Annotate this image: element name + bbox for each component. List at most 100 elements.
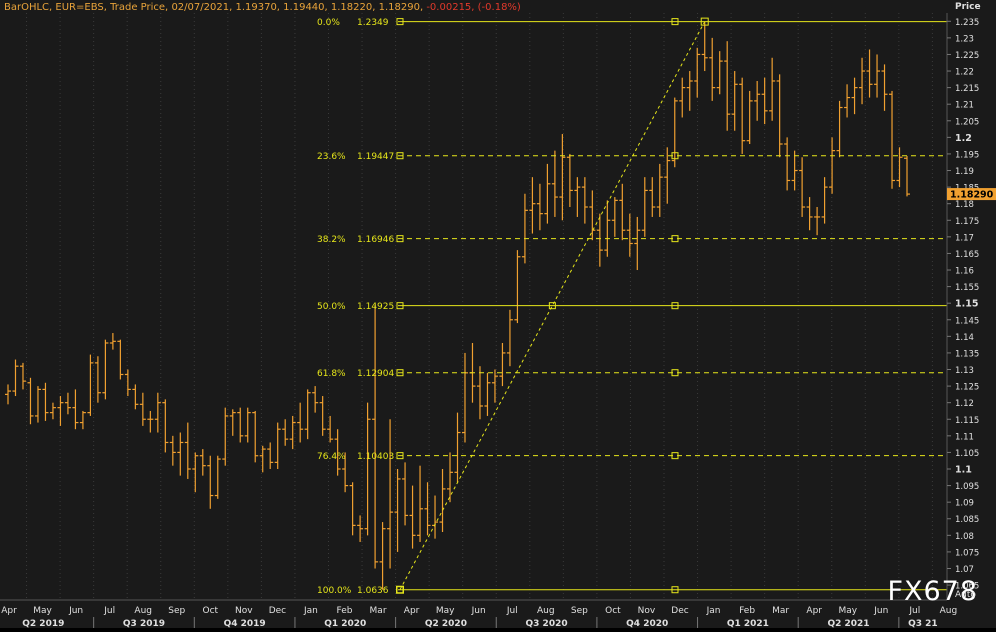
x-quarter-label: Q1 2021 [727, 619, 769, 628]
y-tick-label: 1.085 [955, 515, 979, 525]
y-tick-label: 1.12 [955, 399, 974, 409]
header-date: 02/07/2021, [171, 2, 233, 13]
x-quarter-label: Q4 2020 [626, 619, 668, 628]
header-security: EUR=EBS, [55, 2, 107, 13]
x-month-label: Nov [638, 606, 656, 616]
header-change-pct: (-0.18%) [477, 2, 521, 13]
x-month-label: Jul [506, 606, 518, 616]
ohlc-chart-svg: 0.0% 1.2349 23.6% 1.19447 38.2% 1.16946 50.0% 1… [0, 0, 996, 629]
x-quarter-label: Q3 21 [908, 619, 938, 628]
chart: 0.0% 1.2349 23.6% 1.19447 38.2% 1.16946 50.0% 1… [0, 0, 996, 629]
header-open: 1.19370, [235, 2, 280, 13]
y-tick-label: 1.135 [955, 349, 979, 359]
fib-level-pct: 61.8% [317, 369, 346, 379]
fib-level-pct: 76.4% [317, 452, 346, 462]
x-month-label: Nov [235, 606, 253, 616]
x-month-label: Jun [68, 606, 83, 616]
y-tick-label: 1.155 [955, 283, 979, 293]
fib-level-value: 1.19447 [357, 152, 394, 162]
y-tick-label: 1.075 [955, 548, 979, 558]
header-low: 1.18220, [330, 2, 376, 13]
y-tick-label: 1.08 [955, 532, 974, 542]
y-tick-label: 1.11 [955, 432, 974, 442]
y-tick-label: 1.19 [955, 167, 974, 177]
x-month-label: Sep [571, 606, 588, 616]
y-tick-label: 1.145 [955, 316, 979, 326]
y-tick-label: 1.225 [955, 51, 979, 61]
y-tick-label: 1.09 [955, 499, 974, 509]
auto-scale-button[interactable]: Auto [955, 590, 976, 600]
fib-level-value: 1.16946 [357, 235, 394, 245]
x-quarter-label: Q2 2021 [827, 619, 869, 628]
y-tick-label: 1.2 [955, 133, 972, 144]
x-month-label: May [33, 606, 52, 616]
x-month-label: Sep [168, 606, 185, 616]
fib-level-pct: 23.6% [317, 152, 346, 162]
y-tick-label: 1.16 [955, 267, 974, 277]
x-month-label: Jan [706, 606, 721, 616]
y-tick-label: 1.205 [955, 117, 979, 127]
fib-level-pct: 0.0% [317, 18, 340, 28]
header-study: BarOHLC, [4, 2, 53, 13]
x-month-label: Dec [269, 606, 286, 616]
x-quarter-label: Q4 2019 [224, 619, 266, 628]
x-quarter-label: Q3 2020 [526, 619, 568, 628]
x-month-label: May [436, 606, 455, 616]
x-month-label: Mar [370, 606, 387, 616]
x-quarter-label: Q2 2019 [22, 619, 64, 628]
fib-level-pct: 50.0% [317, 302, 346, 312]
x-month-label: Apr [404, 606, 420, 616]
y-tick-label: 1.195 [955, 150, 979, 160]
y-tick-label: 1.13 [955, 366, 974, 376]
y-tick-label: 1.235 [955, 18, 979, 28]
x-month-label: Feb [337, 606, 353, 616]
x-month-label: Apr [1, 606, 17, 616]
y-tick-label: 1.215 [955, 84, 979, 94]
x-month-label: Aug [940, 606, 958, 616]
y-tick-label: 1.165 [955, 250, 979, 260]
x-month-label: Jun [873, 606, 888, 616]
x-quarter-label: Q2 2020 [425, 619, 467, 628]
y-tick-label: 1.115 [955, 416, 979, 426]
y-tick-label: 1.1 [955, 465, 972, 476]
y-tick-label: 1.23 [955, 34, 974, 44]
x-month-label: Aug [537, 606, 555, 616]
y-tick-label: 1.15 [955, 299, 978, 310]
x-quarter-label: Q3 2019 [123, 619, 165, 628]
x-month-label: Mar [772, 606, 789, 616]
y-tick-label: 1.07 [955, 565, 974, 575]
x-month-label: Feb [739, 606, 755, 616]
y-tick-label: 1.18 [955, 200, 974, 210]
fib-level-pct: 100.0% [317, 586, 352, 596]
y-tick-label: 1.17 [955, 233, 974, 243]
y-tick-label: 1.105 [955, 449, 979, 459]
x-month-label: Apr [806, 606, 822, 616]
x-month-label: Oct [203, 606, 219, 616]
x-month-label: Jan [303, 606, 318, 616]
x-quarter-label: Q1 2020 [324, 619, 366, 628]
header-close: 1.18290, [378, 2, 424, 13]
chart-header: BarOHLC, EUR=EBS, Trade Price, 02/07/202… [4, 2, 521, 13]
x-month-label: Dec [671, 606, 688, 616]
x-month-label: Aug [134, 606, 152, 616]
last-price-label: 1.18290 [950, 190, 994, 201]
y-tick-label: 1.22 [955, 68, 974, 78]
header-high: 1.19440, [283, 2, 328, 13]
header-change: -0.00215, [426, 2, 475, 13]
x-month-label: Jun [471, 606, 486, 616]
fib-level-value: 1.12904 [357, 369, 394, 379]
x-month-label: Jul [908, 606, 920, 616]
fib-level-value: 1.10403 [357, 452, 394, 462]
y-axis-title: Price [955, 2, 981, 12]
x-month-label: Oct [605, 606, 621, 616]
fib-level-value: 1.0636 [357, 586, 389, 596]
fib-level-pct: 38.2% [317, 235, 346, 245]
fib-level-value: 1.2349 [357, 18, 389, 28]
y-tick-label: 1.175 [955, 217, 979, 227]
y-tick-label: 1.21 [955, 101, 974, 111]
fib-level-value: 1.14925 [357, 302, 394, 312]
x-month-label: Jul [103, 606, 115, 616]
header-field: Trade Price, [110, 2, 169, 13]
y-tick-label: 1.14 [955, 333, 974, 343]
y-tick-label: 1.125 [955, 383, 979, 393]
